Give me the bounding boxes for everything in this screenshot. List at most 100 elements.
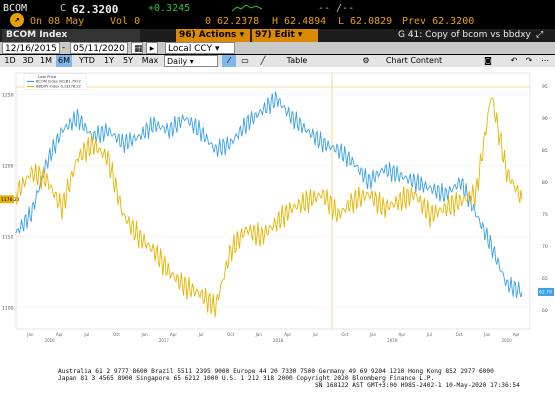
period-1d[interactable]: 1D [2,55,18,67]
x-year-label: 2018 [273,338,284,343]
frequency-label: Daily [167,57,188,66]
right-tick-label: 75 [542,212,548,218]
end-date-input[interactable]: 05/11/2020 [70,42,128,54]
period-5y[interactable]: 5Y [120,55,136,67]
range-separator: - [62,43,66,53]
price-change: +0.3245 [148,3,191,14]
x-month-label: Oct [341,332,348,337]
period-3d[interactable]: 3D [20,55,36,67]
chevron-down-icon: ▾ [214,44,220,54]
last-price: 62.3200 [72,3,119,16]
footer: Australia 61 2 9777 8600 Brazil 5511 239… [0,367,555,400]
left-tick-label: 1150 [2,235,14,241]
footer-line-3: SN 168122 AST GMT+3:00 H985-2402-1 10-Ma… [315,382,520,389]
play-icon[interactable]: ▸ [146,42,158,54]
x-month-label: Oct [113,332,120,337]
x-month-label: Apr [284,332,291,337]
x-month-label: Jan [141,332,149,337]
x-year-label: 2016 [45,338,56,343]
period-6m[interactable]: 6M [56,55,72,67]
left-tick-label: 1100 [2,306,14,312]
footer-line-1: Australia 61 2 9777 8600 Brazil 5511 239… [58,368,494,375]
x-month-label: Jul [198,332,204,337]
quote-dashes: -- /-- [318,3,355,14]
period-ytd[interactable]: YTD [76,55,98,67]
x-month-label: Jan [255,332,263,337]
sparkline-icon [231,3,263,16]
x-month-label: Jul [426,332,432,337]
calendar-icon[interactable]: ▦ [131,42,143,54]
x-month-label: Oct [227,332,234,337]
actions-number: 96) [179,30,196,40]
frequency-select[interactable]: Daily ▾ [164,55,218,67]
actions-label: Actions [198,30,237,40]
line-chart-icon[interactable]: ⁄ [222,55,236,67]
x-month-label: Apr [513,332,520,337]
period-max[interactable]: Max [139,55,161,67]
settings-icon[interactable]: ⚙ [360,55,372,67]
x-month-label: Apr [56,332,63,337]
legend-header: Last Price [38,74,57,79]
x-year-label: 2017 [159,338,170,343]
currency-label: Local CCY [168,44,213,54]
right-tick-label: 95 [542,84,548,90]
chevron-down-icon: ▾ [189,57,194,66]
legend-series-value: 62.7922 [66,80,81,84]
expand-icon[interactable]: ⤢ [536,29,543,42]
chart-title: G 41: Copy of bcom vs bbdxy [398,30,531,40]
quote-strip: BCOM C 62.3200 +0.3245 -- /-- ↗ On 08 Ma… [0,0,555,30]
zoom-icon[interactable]: ▭ [238,55,252,67]
x-year-label: 2019 [387,338,398,343]
edit-number: 97) [255,30,272,40]
edit-label: Edit [274,30,295,40]
start-date-input[interactable]: 12/16/2015 [2,42,60,54]
more-icon[interactable]: ⋯ [539,55,551,67]
right-last-value: 62.79 [539,290,552,296]
actions-menu[interactable]: 96) Actions ▾ [176,29,250,42]
table-button[interactable]: Table [277,55,317,67]
left-tick-label: 1250 [2,92,14,98]
x-month-label: Jan [483,332,491,337]
legend-series-name: BBDXY Index (L1) [36,85,68,89]
left-tick-label: 1200 [2,163,14,169]
x-month-label: Jul [312,332,318,337]
right-tick-label: 60 [542,308,548,314]
camera-icon[interactable]: ◙ [482,55,494,67]
chart-content-button[interactable]: Chart Content [374,55,454,67]
period-1m[interactable]: 1M [38,55,54,67]
undo-icon[interactable]: ↶ [508,55,520,67]
x-month-label: Oct [456,332,463,337]
low-price: L 62.0829 [338,16,393,27]
right-tick-label: 80 [542,180,548,186]
redo-icon[interactable]: ↷ [523,55,535,67]
security-name[interactable]: BCOM Index [2,29,140,42]
chevron-down-icon: ▾ [239,30,245,40]
prev-close: Prev 62.3200 [402,16,475,27]
x-month-label: Jan [369,332,377,337]
period-1y[interactable]: 1Y [101,55,117,67]
right-tick-label: 65 [542,276,548,282]
trend-icon: ↗ [10,13,24,27]
last-flag: C [60,3,67,14]
currency-select[interactable]: Local CCY ▾ [165,42,235,54]
footer-line-2: Japan 81 3 4565 8900 Singapore 65 6212 1… [58,375,435,382]
chevron-down-icon: ▾ [297,30,303,40]
annotation-icon[interactable]: ╱ [256,55,270,67]
legend-series-value: 1176.22 [66,85,81,89]
right-tick-label: 85 [542,148,548,154]
legend-series-name: BCOM Index (R1) [36,80,67,84]
right-tick-label: 70 [542,244,548,250]
x-month-label: Jan [26,332,34,337]
high-price: H 62.4894 [272,16,327,27]
x-year-label: 2020 [501,338,512,343]
chart-area[interactable]: 1250 1200 1150 1100 95 90 85 80 75 70 65 60 1176.22 6… [0,67,555,367]
price-chart[interactable]: 125012001150110095908580757065601176.226… [0,67,555,367]
open-price: 0 62.2378 [205,16,260,27]
edit-menu[interactable]: 97) Edit ▾ [252,29,318,42]
x-month-label: Apr [170,332,177,337]
period-toolbar: 1D 3D 1M 6M YTD 1Y 5Y Max Daily ▾ ⁄ ▭ ╱ … [0,55,555,67]
date-range-bar: 12/16/2015 - 05/11/2020 ▦ ▸ Local CCY ▾ [0,42,555,54]
title-bar: BCOM Index 96) Actions ▾ 97) Edit ▾ G 41… [0,29,555,42]
right-tick-label: 90 [542,116,548,122]
x-month-label: Jul [83,332,89,337]
